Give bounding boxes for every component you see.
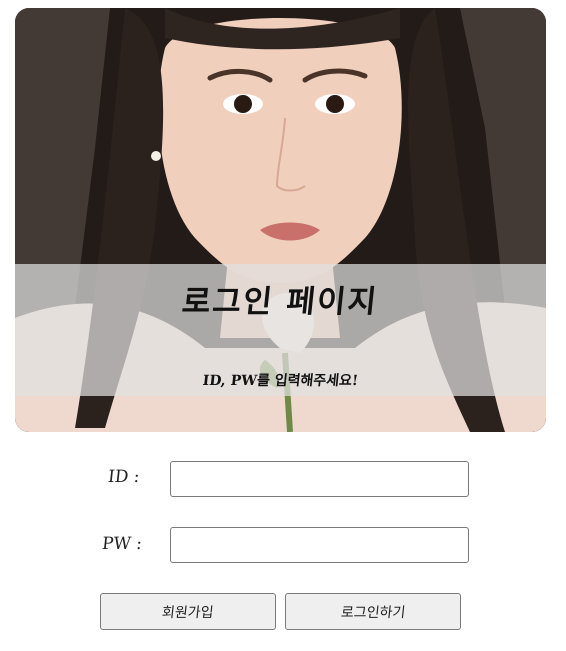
pw-input[interactable]	[170, 527, 469, 563]
login-button-label: 로그인하기	[339, 604, 406, 621]
hero-card: 로그인 페이지 ID, PW를 입력해주세요!	[15, 8, 546, 432]
signup-button[interactable]: 회원가입	[100, 593, 276, 630]
signup-button-label: 회원가입	[161, 604, 215, 621]
login-page: 로그인 페이지 ID, PW를 입력해주세요! ID : PW : 회원가입 로…	[0, 0, 566, 651]
id-label: ID :	[106, 467, 141, 487]
login-button[interactable]: 로그인하기	[285, 593, 461, 630]
pw-label: PW :	[100, 534, 144, 554]
page-title: 로그인 페이지	[180, 284, 380, 320]
id-input[interactable]	[170, 461, 469, 497]
title-banner: 로그인 페이지 ID, PW를 입력해주세요!	[15, 264, 546, 396]
page-subtitle: ID, PW를 입력해주세요!	[201, 373, 359, 389]
